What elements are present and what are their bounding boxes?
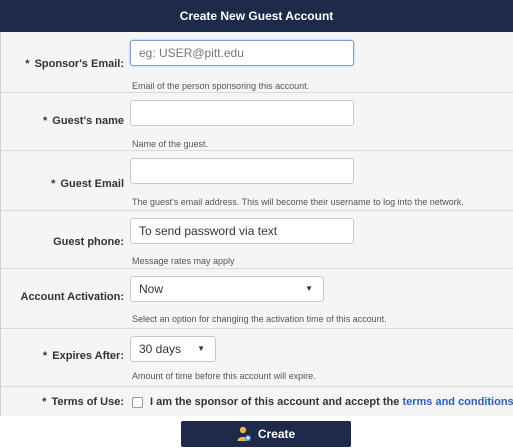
expires-after-help: Amount of time before this account will … <box>132 371 316 381</box>
row-divider <box>1 386 513 387</box>
guest-name-help: Name of the guest. <box>132 139 209 149</box>
terms-checkbox[interactable] <box>132 397 143 408</box>
guest-email-help: The guest's email address. This will bec… <box>132 197 464 207</box>
dropdown-arrow-icon: ▼ <box>305 284 313 293</box>
terms-text: I am the sponsor of this account and acc… <box>150 396 513 408</box>
account-activation-select[interactable]: Now ▼ <box>130 276 324 302</box>
terms-label: * Terms of Use: <box>42 396 124 408</box>
terms-link[interactable]: terms and conditions <box>402 396 513 408</box>
expires-after-select[interactable]: 30 days ▼ <box>130 336 216 362</box>
row-divider <box>1 268 513 269</box>
guest-account-form: Create New Guest Account * Sponsor's Ema… <box>0 0 513 448</box>
expires-after-label: * Expires After: <box>42 350 124 362</box>
expires-after-value: 30 days <box>139 342 182 356</box>
guest-phone-input[interactable] <box>130 218 354 244</box>
create-button-label: Create <box>257 427 296 441</box>
account-activation-label: Account Activation: <box>20 291 125 303</box>
sponsor-email-label: * Sponsor's Email: <box>25 58 124 70</box>
sponsor-email-help: Email of the person sponsoring this acco… <box>132 81 310 91</box>
row-divider <box>1 92 513 93</box>
dropdown-arrow-icon: ▼ <box>197 344 205 353</box>
create-button[interactable]: Create <box>181 421 351 447</box>
user-icon <box>237 426 251 442</box>
account-activation-help: Select an option for changing the activa… <box>132 314 387 324</box>
account-activation-value: Now <box>139 282 164 296</box>
row-divider <box>1 328 513 329</box>
guest-email-input[interactable] <box>130 158 354 184</box>
guest-phone-help: Message rates may apply <box>132 256 235 266</box>
form-title: Create New Guest Account <box>0 0 513 32</box>
sponsor-email-input[interactable] <box>130 40 354 66</box>
guest-phone-label: Guest phone: <box>53 236 124 248</box>
row-divider <box>1 210 513 211</box>
guest-email-label: * Guest Email <box>51 178 124 190</box>
guest-name-label: * Guest's name <box>42 115 124 127</box>
guest-name-input[interactable] <box>130 100 354 126</box>
row-divider <box>1 150 513 151</box>
